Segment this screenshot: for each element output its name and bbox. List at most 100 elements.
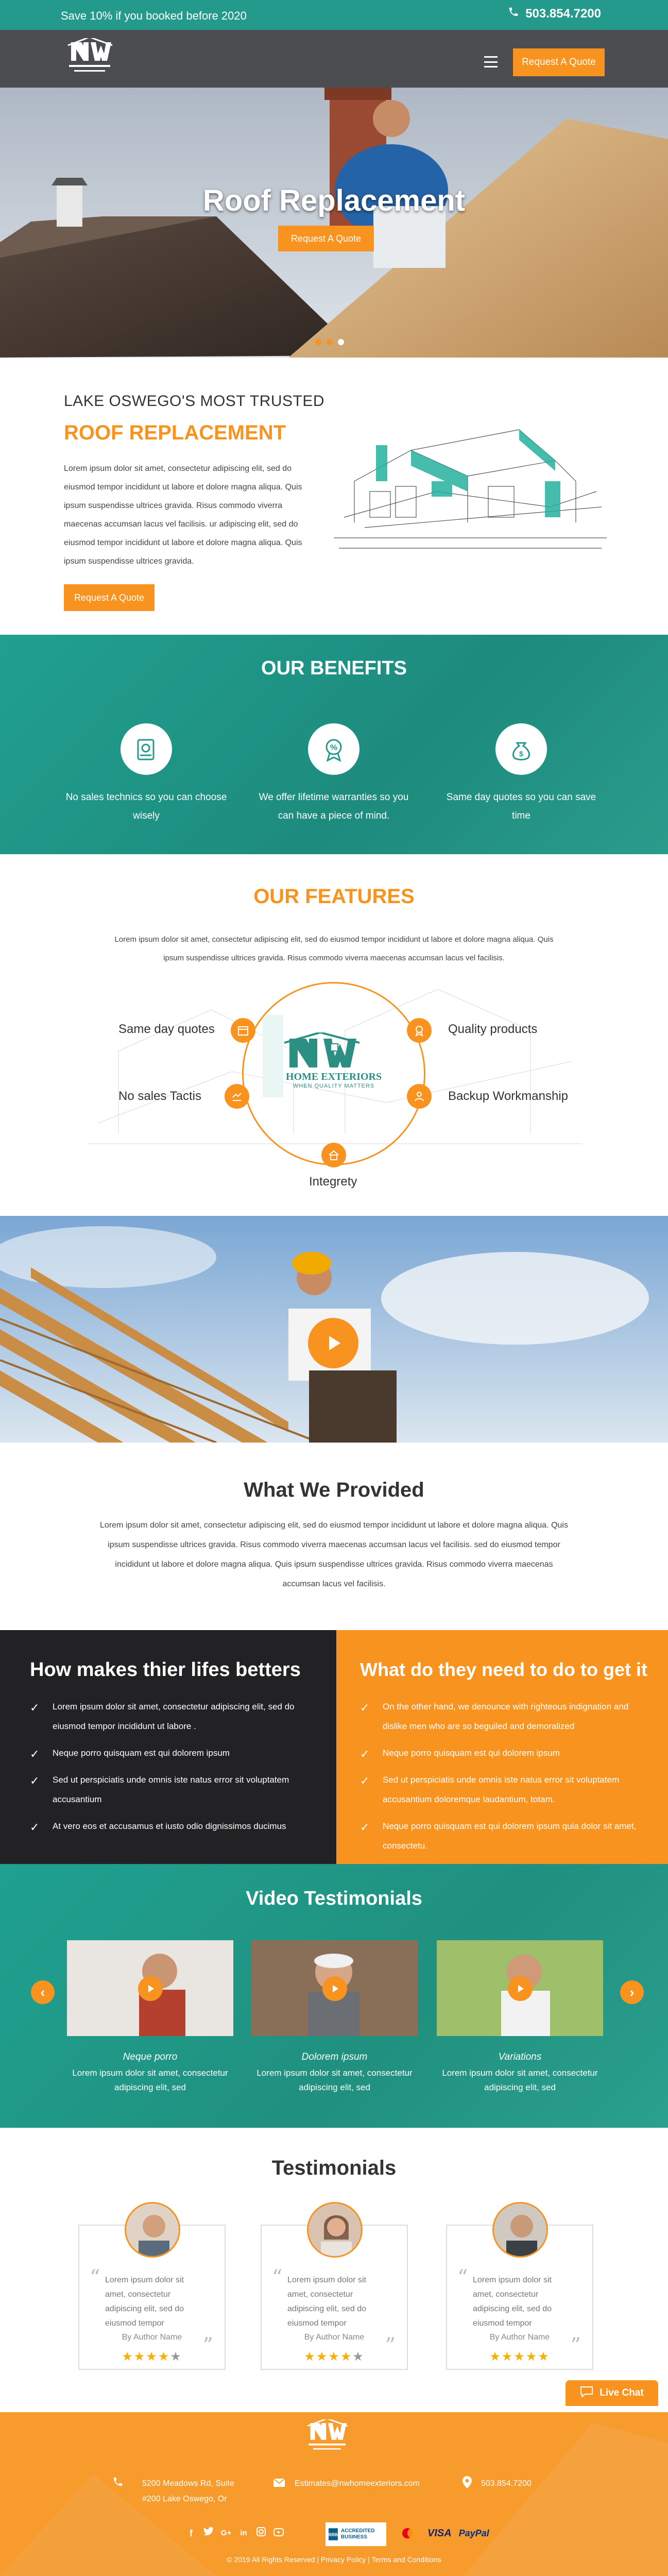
facebook-icon[interactable]: f bbox=[184, 2527, 198, 2540]
play-button-icon[interactable] bbox=[322, 1976, 347, 2001]
copyright: © 2019 All Rights Reserved | Privacy Pol… bbox=[227, 2555, 441, 2564]
testimonials-title: Testimonials bbox=[271, 2157, 397, 2179]
svg-text:BBB: BBB bbox=[329, 2532, 338, 2537]
instagram-icon[interactable] bbox=[254, 2527, 268, 2540]
footer-address: 5200 Meadows Rd, Suite #200 Lake Oswego,… bbox=[112, 2476, 234, 2507]
integrity-house-icon bbox=[321, 1143, 346, 1167]
video-testimonials-section: Video Testimonials ‹ › Neque porro Lorem… bbox=[0, 1864, 668, 2128]
intro-eyebrow: LAKE OSWEGO'S MOST TRUSTED bbox=[64, 393, 325, 410]
list-item: ✓ On the other hand, we denounce with rig… bbox=[360, 1697, 648, 1736]
slider-dot[interactable] bbox=[315, 339, 321, 345]
chat-bubble-icon bbox=[580, 2386, 593, 2400]
play-button-icon[interactable] bbox=[308, 1318, 358, 1368]
feature-label: No sales Tactis bbox=[118, 1089, 201, 1103]
benefits-section: OUR BENEFITS No sales technics so you ca… bbox=[0, 635, 668, 854]
feature-label: Backup Workmanship bbox=[448, 1089, 568, 1103]
testimonial-text: Lorem ipsum dolor sit amet, consectetur … bbox=[473, 2276, 552, 2328]
slider-dot[interactable] bbox=[327, 339, 333, 345]
footer-phone: 503.854.7200 bbox=[481, 2479, 532, 2488]
avatar bbox=[125, 2202, 180, 2258]
address-line2: #200 Lake Oswego, Or bbox=[142, 2495, 227, 2503]
house-sketch-illustration bbox=[334, 429, 607, 549]
bbb-badge[interactable]: BBB ACCREDITED BUSINESS bbox=[326, 2522, 386, 2546]
footer-logo[interactable] bbox=[304, 2417, 350, 2460]
youtube-icon[interactable] bbox=[272, 2527, 285, 2540]
lifes-better-panel: How makes thier lifes betters ✓ Lorem ips… bbox=[0, 1630, 336, 1864]
needs-title: What do they need to do to get it bbox=[360, 1659, 647, 1680]
feature-label: Quality products bbox=[448, 1022, 538, 1036]
google-plus-icon[interactable]: G+ bbox=[219, 2527, 233, 2540]
testimonial-text: Lorem ipsum dolor sit amet, consectetur … bbox=[105, 2276, 184, 2328]
money-bag-icon: $ bbox=[495, 723, 547, 775]
hero-quote-button[interactable]: Request A Quote bbox=[278, 226, 374, 251]
warranty-icon: % bbox=[308, 723, 359, 775]
list-item: ✓ Neque porro quisquam est qui dolorem ip… bbox=[30, 1743, 318, 1763]
play-button-icon[interactable] bbox=[508, 1976, 533, 2001]
hero-slider: Roof Replacement Request A Quote bbox=[0, 88, 668, 358]
benefit-text: We offer lifetime warranties so you can … bbox=[259, 792, 409, 821]
quote-open-icon: “ bbox=[457, 2266, 468, 2290]
testimonial-card: “ Lorem ipsum dolor sit amet, consectetu… bbox=[446, 2202, 593, 2370]
video-thumbnail[interactable] bbox=[67, 1940, 233, 2036]
phone-icon bbox=[112, 2476, 124, 2492]
needs-list: ✓ On the other hand, we denounce with rig… bbox=[360, 1697, 648, 1863]
check-icon: ✓ bbox=[360, 1701, 370, 1714]
star-rating: ★★★★★ bbox=[447, 2349, 592, 2364]
testimonial-card: “ Lorem ipsum dolor sit amet, consectetu… bbox=[261, 2202, 408, 2370]
benefit-item: No sales technics so you can choose wise… bbox=[64, 723, 229, 825]
testimonial-name: Variations bbox=[498, 2052, 542, 2062]
phone-icon bbox=[508, 6, 519, 21]
list-item: ✓ Neque porro quisquam est qui dolorem ip… bbox=[360, 1743, 648, 1763]
address-line1: 5200 Meadows Rd, Suite bbox=[142, 2479, 234, 2488]
testimonial-author: By Author Name bbox=[489, 2333, 550, 2342]
feature-label: Integrety bbox=[309, 1175, 357, 1189]
top-phone-link[interactable]: 503.854.7200 bbox=[508, 6, 601, 21]
site-footer: 5200 Meadows Rd, Suite #200 Lake Oswego,… bbox=[0, 2412, 668, 2576]
provided-title: What We Provided bbox=[244, 1479, 424, 1501]
svg-text:%: % bbox=[330, 743, 337, 752]
site-logo[interactable] bbox=[64, 36, 115, 80]
footer-email-link[interactable]: Estimates@nwhomeexteriors.com bbox=[273, 2476, 420, 2492]
linkedin-icon[interactable]: in bbox=[237, 2527, 250, 2540]
video-thumbnail[interactable] bbox=[437, 1940, 603, 2036]
paypal-label: PayPal bbox=[458, 2528, 489, 2538]
live-chat-button[interactable]: Live Chat bbox=[566, 2380, 658, 2406]
avatar bbox=[307, 2202, 363, 2258]
slider-dots bbox=[315, 339, 344, 345]
twitter-icon[interactable] bbox=[202, 2527, 215, 2540]
prev-arrow-icon[interactable]: ‹ bbox=[31, 1980, 55, 2004]
payment-methods: VISA PayPal bbox=[400, 2527, 489, 2540]
features-title: OUR FEATURES bbox=[253, 885, 415, 908]
video-testimonials-title: Video Testimonials bbox=[246, 1888, 422, 1909]
star-icon: ★★★★★ bbox=[489, 2350, 550, 2364]
next-arrow-icon[interactable]: › bbox=[620, 1980, 644, 2004]
top-phone-number: 503.854.7200 bbox=[525, 6, 601, 21]
testimonial-text: Lorem ipsum dolor sit amet, consectetur … bbox=[287, 2276, 366, 2328]
menu-icon[interactable] bbox=[484, 56, 498, 67]
video-testimonial-card[interactable]: Variations Lorem ipsum dolor sit amet, c… bbox=[437, 1940, 603, 2095]
video-thumbnail[interactable] bbox=[251, 1940, 418, 2036]
star-rating: ★★★★★ bbox=[262, 2349, 407, 2364]
quote-open-icon: “ bbox=[90, 2266, 100, 2290]
testimonial-name: Dolorem ipsum bbox=[301, 2052, 368, 2062]
hero-title: Roof Replacement bbox=[202, 184, 466, 217]
video-testimonial-card[interactable]: Dolorem ipsum Lorem ipsum dolor sit amet… bbox=[251, 1940, 418, 2095]
header-quote-button[interactable]: Request A Quote bbox=[513, 48, 605, 76]
benefit-text: No sales technics so you can choose wise… bbox=[65, 792, 227, 821]
slider-dot-active[interactable] bbox=[338, 339, 344, 345]
bbb-label: ACCREDITED BUSINESS bbox=[340, 2528, 375, 2540]
no-sales-icon bbox=[121, 723, 172, 775]
intro-quote-button[interactable]: Request A Quote bbox=[64, 584, 155, 611]
promo-video[interactable] bbox=[0, 1216, 668, 1443]
center-logo-line2: WHEN QUALITY MATTERS bbox=[293, 1083, 375, 1089]
video-testimonial-card[interactable]: Neque porro Lorem ipsum dolor sit amet, … bbox=[67, 1940, 233, 2095]
footer-phone-link[interactable]: 503.854.7200 bbox=[463, 2476, 532, 2493]
check-icon: ✓ bbox=[360, 1821, 370, 1834]
benefit-item: % We offer lifetime warranties so you ca… bbox=[251, 723, 416, 825]
benefit-text: Same day quotes so you can save time bbox=[446, 792, 596, 821]
check-icon: ✓ bbox=[30, 1748, 40, 1760]
features-center-logo: HOME EXTERIORS WHEN QUALITY MATTERS bbox=[278, 1031, 389, 1089]
play-button-icon[interactable] bbox=[138, 1976, 163, 2001]
benefit-item: $ Same day quotes so you can save time bbox=[439, 723, 604, 825]
quality-badge-icon bbox=[407, 1018, 432, 1043]
